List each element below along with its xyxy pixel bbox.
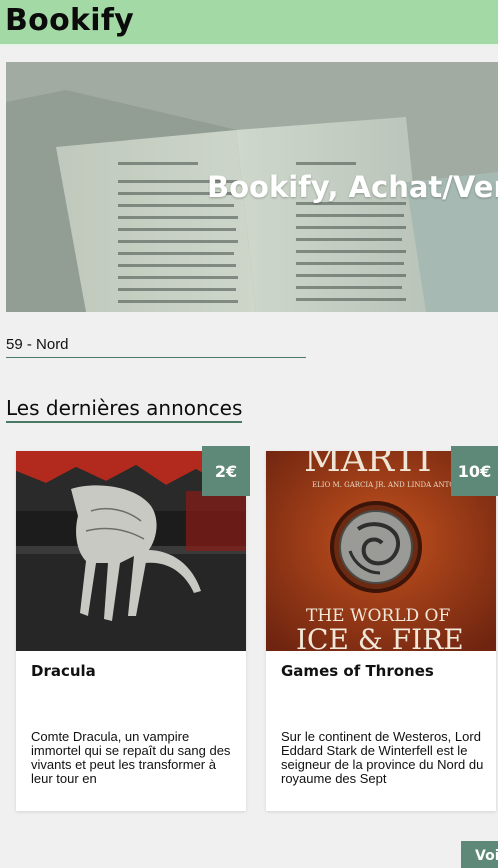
section-title: Les dernières annonces bbox=[6, 396, 243, 423]
listing-description: Sur le continent de Westeros, Lord Eddar… bbox=[281, 729, 484, 786]
price-badge: 10€ bbox=[451, 446, 498, 496]
listing-card[interactable]: MARTI ELIO M. GARCIA JR. AND LINDA ANTON… bbox=[266, 451, 496, 811]
hero-title: Bookify, Achat/Vente bbox=[207, 170, 498, 204]
cover-authors-text: ELIO M. GARCIA JR. AND LINDA ANTON bbox=[312, 481, 461, 489]
listing-description: Comte Dracula, un vampire immortel qui s… bbox=[31, 729, 231, 786]
location-field[interactable]: 59 - Nord bbox=[6, 334, 306, 358]
price-badge: 2€ bbox=[202, 446, 250, 496]
top-bar: Bookify bbox=[0, 0, 498, 46]
cover-bottom-line2: ICE & FIRE bbox=[296, 623, 464, 651]
listing-title[interactable]: Games of Thrones bbox=[281, 662, 434, 680]
brand-logo[interactable]: Bookify bbox=[5, 3, 134, 38]
hero-banner: Bookify, Achat/Vente bbox=[6, 62, 498, 312]
voir-button[interactable]: Voir bbox=[461, 841, 498, 868]
cover-top-text: MARTI bbox=[304, 451, 432, 480]
listing-card[interactable]: Dracula Comte Dracula, un vampire immort… bbox=[16, 451, 246, 811]
listing-title[interactable]: Dracula bbox=[31, 662, 96, 680]
